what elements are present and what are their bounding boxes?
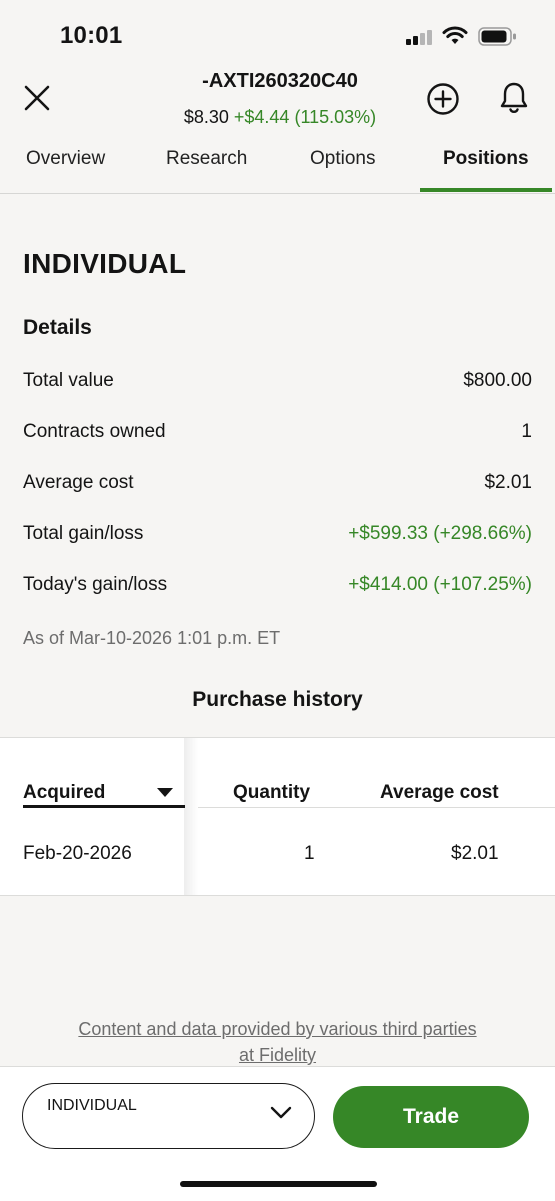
sorted-column-indicator: [23, 805, 185, 808]
detail-value-average-cost: $2.01: [484, 472, 532, 493]
purchase-history-table: Acquired Quantity Average cost Feb-20-20…: [0, 737, 555, 896]
column-header-quantity[interactable]: Quantity: [233, 782, 310, 804]
detail-label-todays-gain-loss: Today's gain/loss: [23, 574, 168, 595]
wifi-icon: [442, 26, 468, 44]
status-time: 10:01: [60, 22, 123, 49]
detail-label-total-gain-loss: Total gain/loss: [23, 523, 144, 544]
battery-icon: [478, 27, 516, 46]
active-tab-indicator: [420, 188, 552, 192]
detail-label-average-cost: Average cost: [23, 472, 134, 493]
detail-label-total-value: Total value: [23, 370, 114, 391]
purchase-history-title: Purchase history: [192, 688, 363, 711]
column-header-average-cost[interactable]: Average cost: [380, 782, 499, 804]
add-to-watchlist-icon[interactable]: [426, 82, 460, 116]
last-price: $8.30: [183, 107, 229, 127]
home-indicator[interactable]: [180, 1181, 377, 1187]
table-header-divider: [198, 807, 555, 808]
detail-value-todays-gain-loss: +$414.00 (+107.25%): [348, 574, 532, 595]
detail-label-contracts-owned: Contracts owned: [23, 421, 166, 442]
close-button[interactable]: [22, 83, 52, 113]
detail-value-total-gain-loss: +$599.33 (+298.66%): [348, 523, 532, 544]
position-symbol: -AXTI260320C40: [202, 70, 358, 92]
tab-positions[interactable]: Positions: [443, 148, 529, 170]
account-heading: INDIVIDUAL: [23, 248, 187, 279]
trade-button[interactable]: Trade: [333, 1086, 529, 1148]
account-selector[interactable]: INDIVIDUAL: [22, 1083, 315, 1149]
bell-alert-icon[interactable]: [497, 80, 531, 116]
account-selector-value: INDIVIDUAL: [47, 1097, 137, 1114]
cell-acquired: Feb-20-2026: [23, 843, 132, 864]
disclaimer-line-2[interactable]: at Fidelity: [40, 1042, 515, 1068]
detail-value-total-value: $800.00: [463, 370, 532, 391]
details-heading: Details: [23, 316, 92, 339]
third-party-content-link[interactable]: Content and data provided by various thi…: [40, 1016, 515, 1068]
price-line: $8.30 +$4.44 (115.03%): [120, 107, 440, 128]
tab-options[interactable]: Options: [310, 148, 375, 170]
as-of-timestamp: As of Mar-10-2026 1:01 p.m. ET: [23, 628, 281, 648]
cell-average-cost: $2.01: [451, 843, 499, 864]
column-header-acquired[interactable]: Acquired: [23, 782, 105, 804]
detail-value-contracts-owned: 1: [521, 421, 532, 442]
price-change: +$4.44 (115.03%): [233, 107, 377, 127]
tab-research[interactable]: Research: [166, 148, 247, 170]
chevron-down-icon: [270, 1106, 292, 1119]
frozen-column-shadow: [184, 738, 198, 895]
cell-quantity: 1: [304, 843, 315, 864]
tabs-divider: [0, 193, 555, 194]
disclaimer-line-1[interactable]: Content and data provided by various thi…: [40, 1016, 515, 1042]
sort-descending-icon[interactable]: [157, 788, 173, 797]
cellular-signal-icon: [406, 29, 432, 45]
tab-overview[interactable]: Overview: [26, 148, 105, 170]
